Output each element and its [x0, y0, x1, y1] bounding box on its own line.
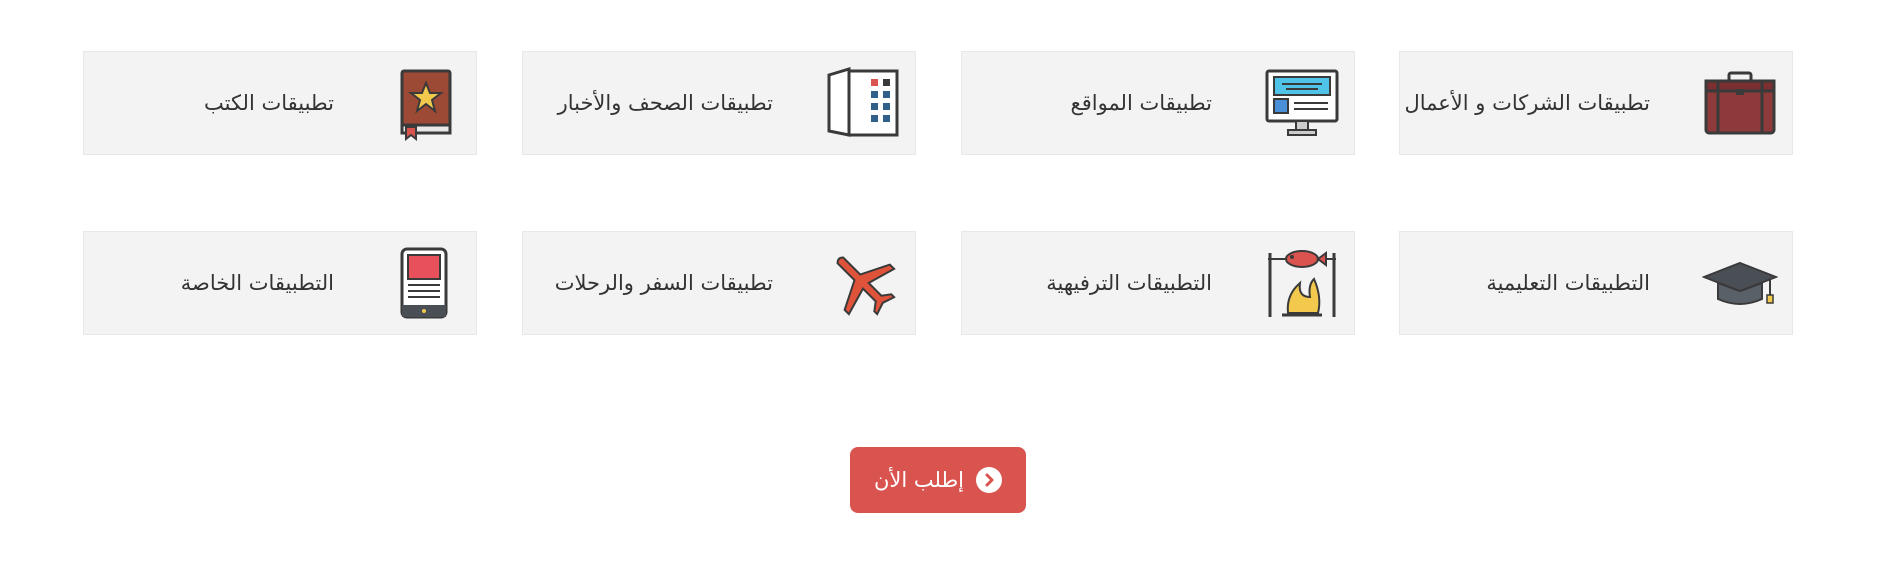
category-label: تطبيقات الشركات و الأعمال — [1404, 91, 1650, 115]
category-card-education[interactable]: التطبيقات التعليمية — [1399, 231, 1793, 335]
airplane-icon — [825, 245, 901, 321]
category-label: التطبيقات الخاصة — [180, 271, 334, 295]
category-card-private[interactable]: التطبيقات الخاصة — [83, 231, 477, 335]
category-card-books[interactable]: تطبيقات الكتب — [83, 51, 477, 155]
category-label: تطبيقات المواقع — [1070, 91, 1212, 115]
book-icon — [386, 65, 462, 141]
tablet-icon — [386, 245, 462, 321]
category-label: تطبيقات الصحف والأخبار — [557, 91, 773, 115]
category-card-entertainment[interactable]: التطبيقات الترفيهية — [961, 231, 1355, 335]
category-label: التطبيقات الترفيهية — [1046, 271, 1212, 295]
category-label: تطبيقات الكتب — [204, 91, 334, 115]
category-card-news[interactable]: تطبيقات الصحف والأخبار — [522, 51, 916, 155]
campfire-fish-icon — [1264, 245, 1340, 321]
category-card-travel[interactable]: تطبيقات السفر والرحلات — [522, 231, 916, 335]
graduation-cap-icon — [1702, 245, 1778, 321]
category-label: التطبيقات التعليمية — [1486, 271, 1650, 295]
order-now-label: إطلب الأن — [873, 468, 965, 492]
chevron-circle-right-icon — [976, 467, 1003, 493]
newspaper-icon — [825, 65, 901, 141]
category-card-websites[interactable]: تطبيقات المواقع — [961, 51, 1355, 155]
monitor-icon — [1264, 65, 1340, 141]
order-now-button[interactable]: إطلب الأن — [850, 447, 1026, 513]
briefcase-icon — [1702, 65, 1778, 141]
app-categories-section: تطبيقات الشركات و الأعمال تطبيقات المواق… — [0, 0, 1884, 574]
category-card-business[interactable]: تطبيقات الشركات و الأعمال — [1399, 51, 1793, 155]
category-label: تطبيقات السفر والرحلات — [554, 271, 773, 295]
